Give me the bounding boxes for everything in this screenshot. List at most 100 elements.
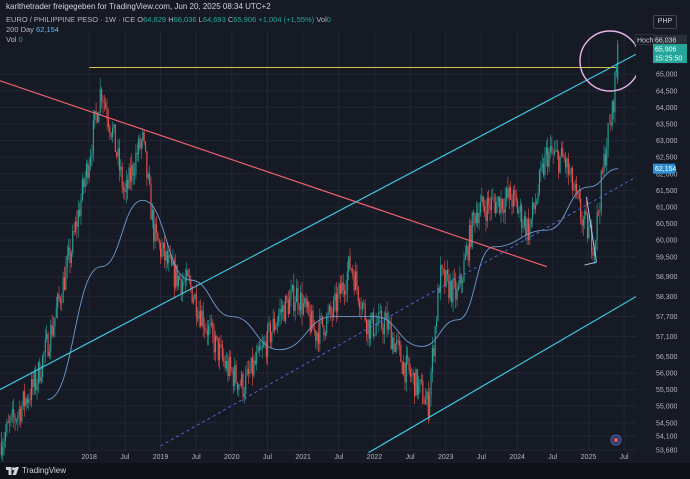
time-axis-label: Jul: [620, 454, 629, 461]
candle-body: [323, 325, 325, 336]
candle-body: [234, 365, 236, 387]
change-value: +1,004 (+1,55%): [258, 15, 315, 24]
candle-body: [532, 202, 534, 219]
candle-body: [231, 368, 233, 372]
candle-body: [422, 380, 424, 404]
price-axis-label: 54,100: [656, 434, 678, 441]
candle-body: [507, 188, 509, 198]
candle-body: [420, 379, 422, 381]
candle-body: [510, 187, 512, 200]
time-axis-label: Jul: [548, 454, 557, 461]
candle-body: [212, 322, 214, 334]
candle-body: [297, 287, 299, 307]
high-tag-value: 66,036: [655, 37, 677, 44]
symbol-name[interactable]: EURO / PHILIPPINE PESO · 1W · ICE: [6, 15, 135, 24]
candle-body: [62, 277, 64, 303]
candle-body: [98, 112, 100, 123]
candle-body: [21, 405, 23, 422]
candle-body: [575, 183, 578, 192]
candle-body: [348, 256, 350, 272]
share-header: karlthetrader freigegeben for TradingVie…: [0, 0, 690, 14]
candle-body: [182, 281, 184, 294]
candle-body: [333, 300, 335, 317]
candle-body: [551, 145, 553, 153]
candle-body: [322, 316, 324, 326]
candle-body: [505, 188, 508, 198]
time-axis-label: 2024: [509, 454, 525, 461]
candle-body: [217, 338, 219, 360]
candle-body: [433, 348, 435, 357]
candle-body: [534, 204, 536, 209]
candle-body: [426, 391, 428, 399]
candle-body: [9, 421, 11, 423]
price-axis-label: 60,000: [656, 238, 678, 245]
price-axis-label: 63,500: [656, 121, 678, 128]
candle-body: [500, 198, 502, 214]
legend-vol-row[interactable]: Vol 0: [6, 35, 331, 45]
candle-body: [359, 301, 361, 309]
candle-body: [286, 296, 288, 300]
candle-body: [397, 340, 399, 341]
candle-body: [492, 197, 494, 199]
candle-body: [521, 204, 523, 228]
candle-body: [613, 101, 615, 113]
candle-body: [327, 312, 329, 316]
candle-body: [193, 299, 195, 303]
candle-body: [146, 151, 148, 178]
candle-body: [368, 319, 370, 339]
candle-body: [313, 329, 315, 331]
tradingview-brand[interactable]: TradingView: [22, 463, 66, 479]
candle-body: [462, 281, 464, 284]
candle-body: [74, 221, 77, 232]
candle-body: [597, 211, 600, 213]
candle-body: [584, 210, 586, 220]
candle-body: [28, 399, 30, 404]
candle-body: [317, 332, 320, 344]
candle-body: [283, 304, 285, 322]
candle-body: [4, 432, 7, 441]
candle-body: [306, 301, 309, 308]
candle-body: [353, 274, 355, 291]
ma-label: 200 Day: [6, 25, 34, 34]
candle-body: [58, 294, 60, 299]
candle-body: [409, 370, 411, 377]
candle-body: [477, 212, 479, 224]
candle-body: [102, 100, 104, 103]
candle-body: [604, 154, 606, 166]
price-axis-label: 57,700: [656, 314, 678, 321]
candle-body: [36, 383, 38, 391]
candle-body: [90, 156, 92, 166]
legend-ma-row[interactable]: 200 Day 62,154: [6, 25, 331, 35]
candle-body: [414, 372, 416, 397]
candle-body: [63, 277, 66, 290]
candle-body: [419, 379, 421, 383]
candle-body: [408, 358, 410, 371]
candle-body: [379, 311, 381, 313]
candle-body: [131, 164, 133, 182]
time-axis-label: 2019: [153, 454, 169, 461]
candle-body: [183, 281, 185, 283]
chart-canvas[interactable]: 2018 Jul 2019 Jul 2020 Jul 2021 Jul 2022 Jul 2023 J…: [0, 0, 690, 479]
currency-button[interactable]: PHP: [653, 15, 677, 29]
candle-body: [566, 158, 568, 168]
candle-body: [449, 281, 451, 299]
candle-body: [132, 164, 134, 176]
candle-body: [571, 168, 573, 190]
candle-body: [346, 271, 348, 292]
price-axis-label: 61,000: [656, 204, 678, 211]
candle-body: [138, 138, 140, 155]
candle-body: [398, 340, 401, 345]
candle-body: [547, 147, 549, 168]
candle-body: [555, 149, 557, 152]
candle-body: [54, 317, 56, 327]
candle-body: [88, 165, 90, 179]
candle-body: [585, 210, 587, 214]
time-axis-label: 2018: [81, 454, 97, 461]
time-axis-label: 2021: [295, 454, 311, 461]
candle-body: [354, 271, 357, 291]
candle-body: [256, 352, 258, 364]
candle-body: [273, 318, 276, 330]
candle-body: [489, 204, 491, 211]
price-axis-label: 57,100: [656, 334, 678, 341]
candle-body: [287, 299, 289, 314]
